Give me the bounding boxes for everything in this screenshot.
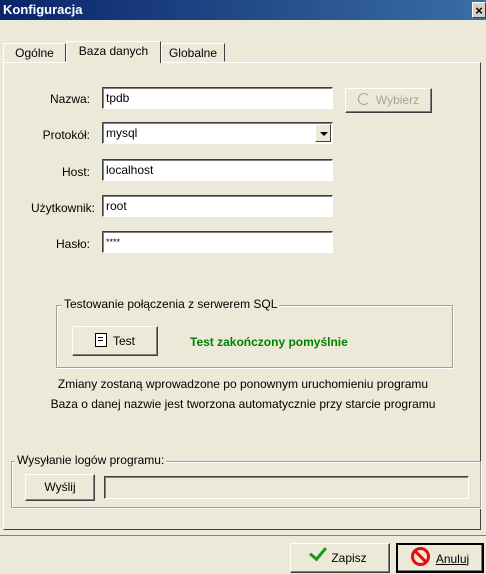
- host-label: Host:: [61, 165, 90, 179]
- info-line-restart: Zmiany zostaną wprowadzone po ponownym u…: [57, 377, 429, 391]
- save-button[interactable]: Zapisz: [290, 542, 390, 573]
- tab-general-label: Ogólne: [15, 46, 54, 60]
- document-icon-line: [97, 337, 103, 338]
- name-field[interactable]: tpdb: [102, 87, 333, 109]
- close-icon: ×: [475, 3, 483, 18]
- checkmark-icon: [309, 542, 328, 562]
- user-field[interactable]: root: [102, 195, 333, 217]
- window-title: Konfiguracja: [3, 2, 83, 17]
- tab-global-label: Globalne: [168, 46, 218, 60]
- name-label: Nazwa:: [49, 92, 90, 106]
- test-button-label: Test: [112, 334, 135, 348]
- cancel-icon: [410, 547, 430, 566]
- tab-global[interactable]: Globalne: [161, 43, 225, 62]
- send-logs-button-label: Wyślij: [44, 480, 76, 494]
- info-line-autocreate: Baza o danej nazwie jest tworzona automa…: [50, 397, 436, 411]
- cancel-button-label: Anuluj: [435, 552, 470, 566]
- connection-test-title: Testowanie połączenia z serwerem SQL: [62, 297, 280, 311]
- choose-button-label: Wybierz: [375, 93, 420, 107]
- send-logs-button[interactable]: Wyślij: [25, 474, 95, 501]
- test-result: Test zakończony pomyślnie: [190, 335, 348, 349]
- save-button-label: Zapisz: [331, 551, 367, 565]
- protocol-label: Protokół:: [42, 128, 90, 142]
- choose-icon: [357, 93, 370, 105]
- choose-button[interactable]: Wybierz: [345, 88, 432, 113]
- tab-database-label: Baza danych: [78, 44, 149, 58]
- tab-general[interactable]: Ogólne: [3, 43, 66, 62]
- log-progress-bar: [104, 476, 469, 499]
- chevron-down-icon[interactable]: [315, 124, 331, 142]
- protocol-value: mysql: [106, 126, 138, 140]
- protocol-select[interactable]: mysql: [102, 122, 333, 144]
- window-titlebar: Konfiguracja ×: [0, 0, 486, 20]
- user-label: Użytkownik:: [30, 201, 95, 215]
- log-sending-title: Wysyłanie logów programu:: [15, 453, 167, 467]
- document-icon-line: [97, 340, 103, 341]
- host-field[interactable]: localhost: [102, 159, 333, 181]
- password-field[interactable]: ****: [102, 231, 333, 253]
- document-icon: [94, 333, 107, 347]
- close-button[interactable]: ×: [472, 2, 486, 18]
- password-label: Hasło:: [55, 237, 90, 251]
- cancel-button[interactable]: Anuluj: [396, 543, 484, 573]
- cancel-icon-slash: [413, 550, 427, 563]
- tab-database[interactable]: Baza danych: [66, 41, 161, 63]
- test-button[interactable]: Test: [72, 326, 158, 356]
